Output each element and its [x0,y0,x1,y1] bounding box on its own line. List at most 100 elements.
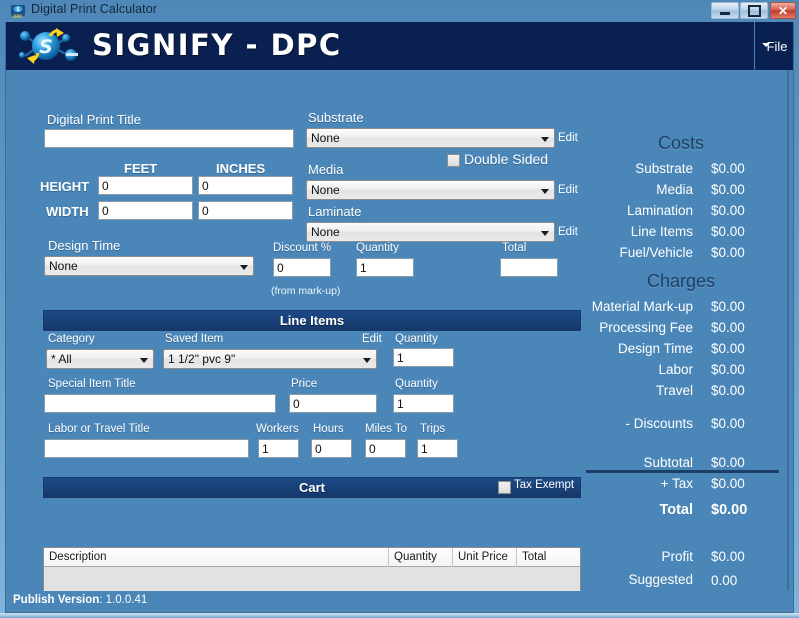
title-bar: S DPC Digital Print Calculator ✕ [0,0,799,22]
width-label: WIDTH [46,204,89,219]
maximize-button[interactable] [740,2,768,19]
design-time-value: None [49,259,78,273]
cart-column-unit-price[interactable]: Unit Price [453,548,517,567]
maximize-icon [741,3,767,18]
category-value: * All [51,352,72,366]
price-input[interactable] [289,394,377,413]
media-select[interactable]: None [306,180,555,200]
substrate-select[interactable]: None [306,128,555,148]
total-value: $0.00 [711,502,748,518]
special-item-title-input[interactable] [44,394,276,413]
digital-print-title-label: Digital Print Title [47,112,141,127]
feet-column-label: FEET [124,161,158,176]
special-quantity-input[interactable] [393,394,454,413]
cart-table-header-row: Description Quantity Unit Price Total [44,548,580,567]
minimize-icon [712,3,738,18]
laminate-value: None [311,225,340,239]
client-area: S SIGNIFY - DPC File Digital Print Title… [5,22,794,591]
chevron-down-icon [140,358,148,363]
top-quantity-label: Quantity [356,242,399,254]
cart-column-description[interactable]: Description [44,548,389,567]
height-feet-input[interactable] [98,176,193,195]
special-quantity-label: Quantity [395,378,438,390]
digital-print-title-input[interactable] [44,129,294,148]
saved-item-select[interactable]: 1 1/2" pvc 9" [163,349,377,369]
profit-label: Profit [661,549,693,564]
cart-table[interactable]: Description Quantity Unit Price Total [43,547,581,591]
labor-travel-title-label: Labor or Travel Title [48,423,150,435]
laminate-edit-link[interactable]: Edit [558,226,578,238]
height-label: HEIGHT [40,179,90,194]
discount-note: (from mark-up) [271,285,341,297]
workers-input[interactable] [258,439,299,458]
chevron-down-icon [541,137,549,142]
minimize-button[interactable] [711,2,739,19]
app-header: S SIGNIFY - DPC File [6,22,793,70]
category-select[interactable]: * All [46,349,154,369]
tax-exempt-checkbox[interactable] [498,481,511,494]
hours-input[interactable] [311,439,352,458]
charge-label-material-markup: Material Mark-up [591,299,693,314]
price-label: Price [291,378,318,390]
media-label: Media [308,162,344,177]
discount-input[interactable] [273,258,331,277]
publish-version-label: Publish Version [13,594,100,606]
discounts-label: - Discounts [625,416,693,431]
charge-label-travel: Travel [655,383,693,398]
special-item-title-label: Special Item Title [48,378,136,390]
charge-value-travel: $0.00 [711,383,745,398]
category-label: Category [48,333,95,345]
cost-value-substrate: $0.00 [711,161,745,176]
chevron-down-icon [363,358,371,363]
cost-label-substrate: Substrate [635,161,693,176]
svg-text:S: S [39,36,53,58]
tax-label: + Tax [660,476,693,491]
top-total-label: Total [502,242,527,254]
width-inches-input[interactable] [198,201,293,220]
substrate-edit-link[interactable]: Edit [558,132,578,144]
cart-column-total[interactable]: Total [517,548,580,567]
miles-to-input[interactable] [365,439,406,458]
cart-column-quantity[interactable]: Quantity [389,548,453,567]
tax-value: $0.00 [711,476,745,491]
labor-travel-title-input[interactable] [44,439,249,458]
svg-text:DPC: DPC [13,14,22,19]
app-icon: S DPC [10,3,26,19]
svg-text:S: S [16,7,20,13]
charges-title: Charges [646,271,716,291]
time-allocation-value: 0.00 [711,573,738,588]
summary-panel: Costs Substrate $0.00 Media $0.00 Lamina… [586,70,793,591]
design-time-select[interactable]: None [44,256,254,276]
saved-item-label: Saved Item [165,333,224,345]
charge-label-labor: Labor [658,362,693,377]
cost-label-lamination: Lamination [626,203,693,218]
charge-value-material-markup: $0.00 [711,299,745,314]
chevron-down-icon [541,189,549,194]
file-menu-button[interactable]: File [759,22,793,70]
laminate-select[interactable]: None [306,222,555,242]
top-quantity-input[interactable] [356,258,414,277]
subtotal-value: $0.00 [711,455,745,470]
close-button[interactable]: ✕ [770,2,796,19]
saved-item-quantity-label: Quantity [395,333,438,345]
height-inches-input[interactable] [198,176,293,195]
design-time-label: Design Time [48,238,121,253]
discount-label: Discount % [273,242,332,254]
double-sided-checkbox[interactable] [447,154,460,167]
saved-item-edit-link[interactable]: Edit [362,333,382,345]
publish-version-text: Publish Version: 1.0.0.41 [13,594,147,606]
cost-value-lamination: $0.00 [711,203,745,218]
trips-input[interactable] [417,439,458,458]
profit-value: $0.00 [711,549,745,564]
width-feet-input[interactable] [98,201,193,220]
close-icon: ✕ [777,3,789,18]
charge-label-design-time: Design Time [617,341,693,356]
top-total-input[interactable] [500,258,558,277]
window-title: Digital Print Calculator [31,2,158,16]
subtotal-label: Subtotal [643,455,693,470]
media-edit-link[interactable]: Edit [558,184,578,196]
window-bottom-edge [0,613,799,618]
saved-item-quantity-input[interactable] [393,348,454,367]
application-window: S DPC Digital Print Calculator ✕ S SIGNI… [0,0,799,618]
laminate-label: Laminate [308,204,362,219]
